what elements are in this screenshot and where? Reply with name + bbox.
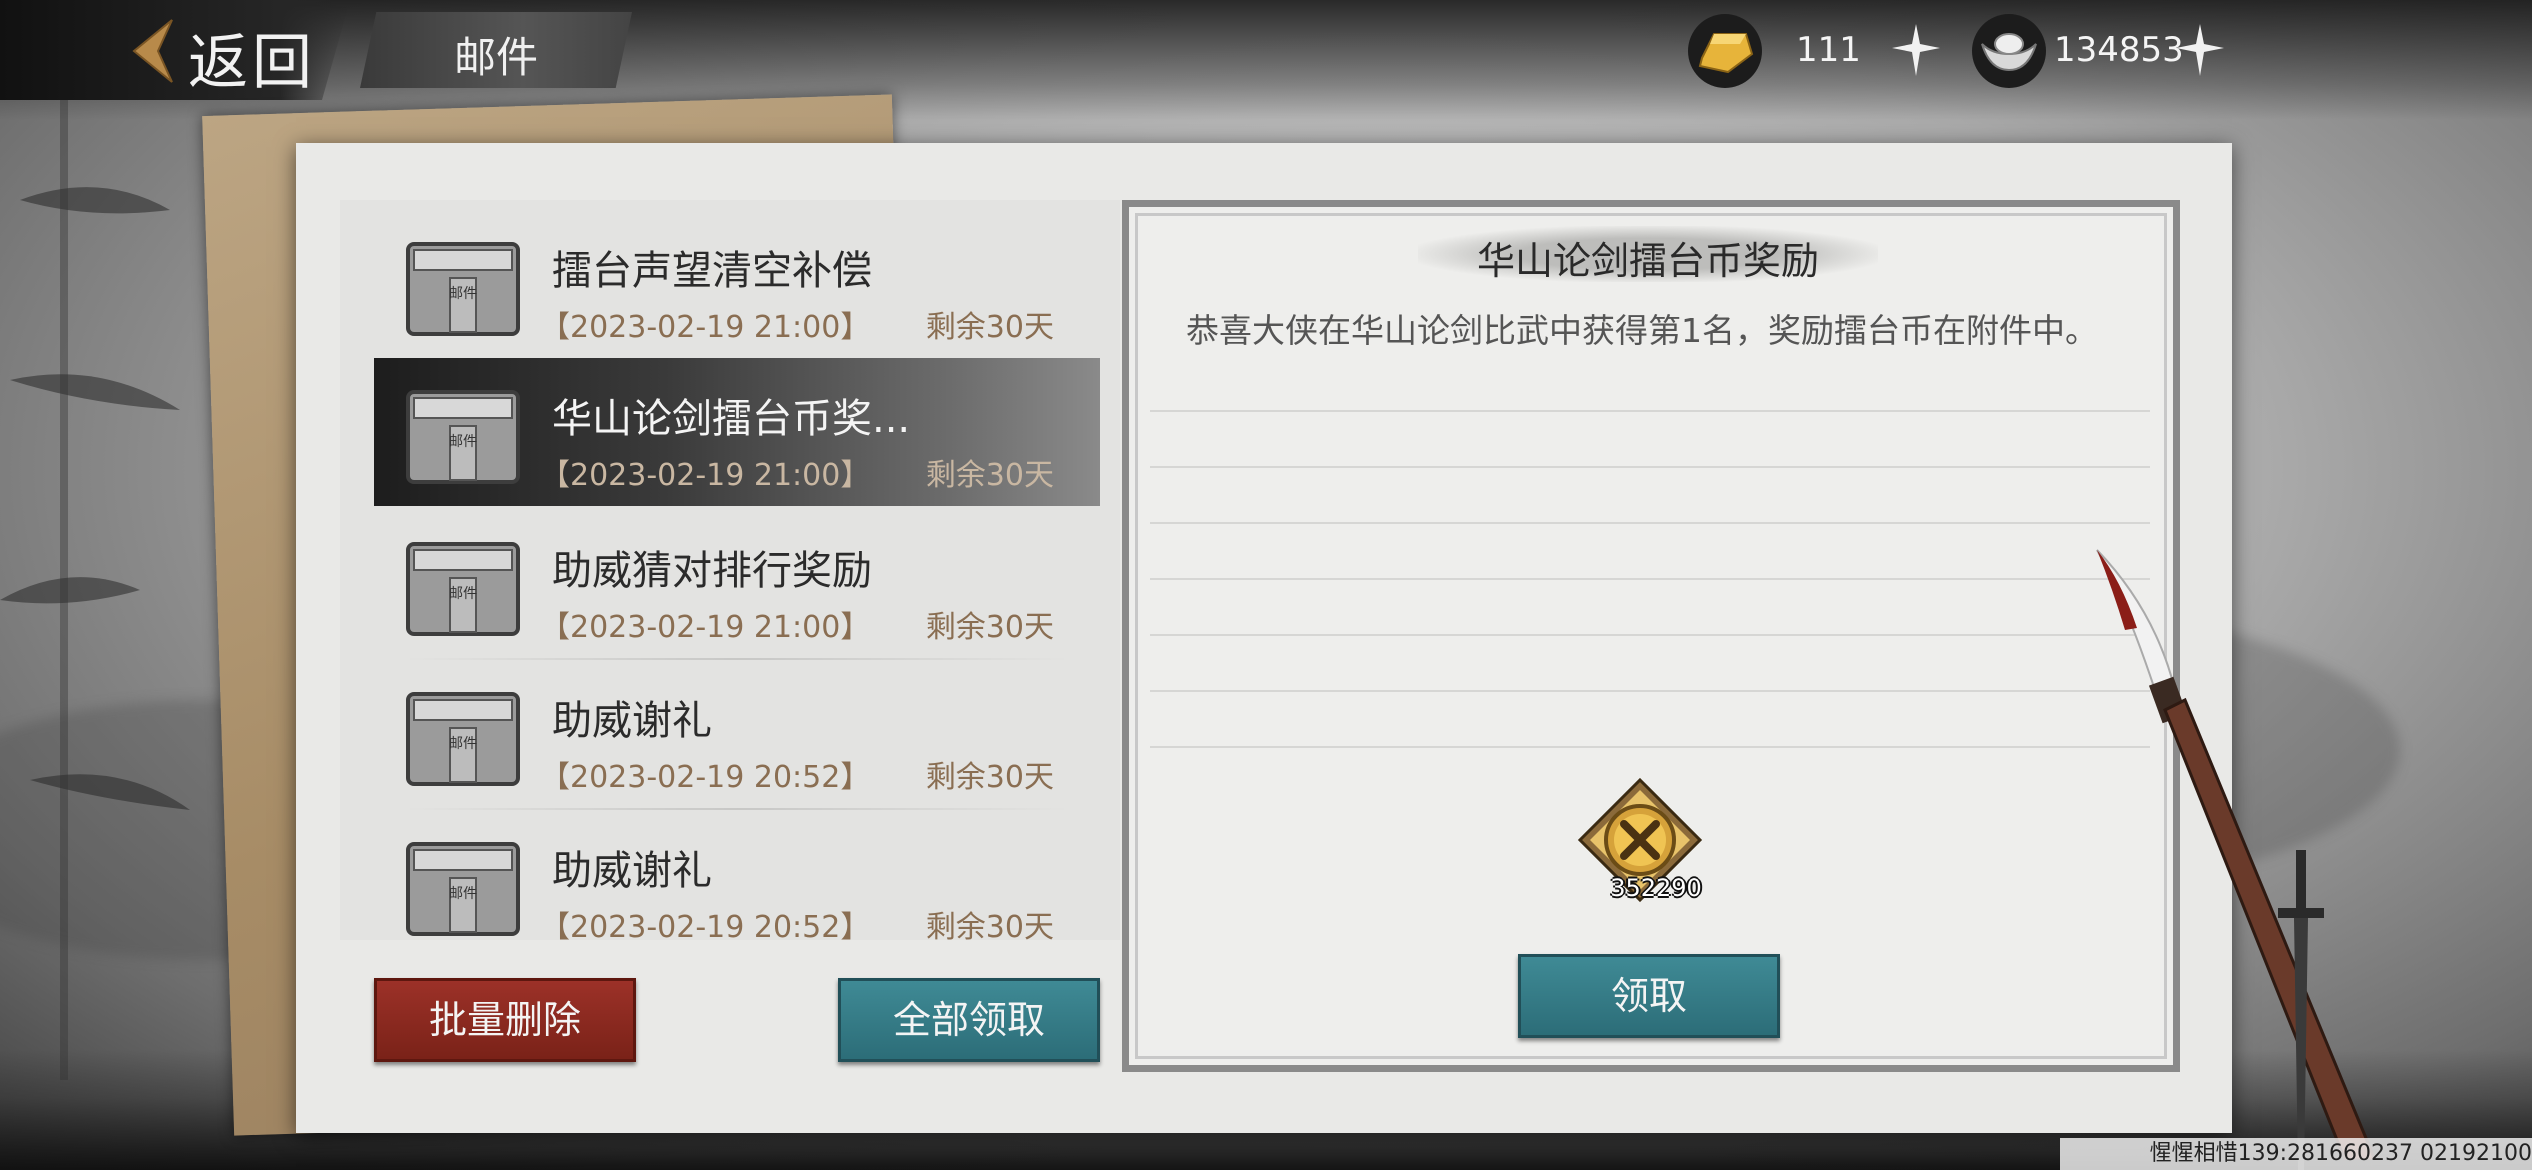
silver-ingot-icon bbox=[1972, 14, 2046, 88]
mail-date: 【2023-02-19 20:52】 bbox=[540, 910, 871, 945]
page-title: 邮件 bbox=[453, 33, 538, 82]
ruled-line bbox=[1150, 746, 2150, 748]
svg-text:邮件: 邮件 bbox=[449, 586, 477, 602]
gold-ingot-icon bbox=[1688, 14, 1762, 88]
batch-delete-button[interactable]: 批量删除 bbox=[374, 978, 636, 1062]
svg-text:邮件: 邮件 bbox=[449, 286, 477, 302]
page-title-tab: 邮件 bbox=[360, 12, 632, 88]
mail-remaining: 剩余30天 bbox=[925, 760, 1054, 795]
back-button[interactable]: 返回 bbox=[0, 0, 350, 100]
ruled-line bbox=[1150, 690, 2150, 692]
mail-list-item[interactable]: 邮件 助威猜对排行奖励 【2023-02-19 21:00】 剩余30天 bbox=[374, 510, 1100, 660]
ruled-line bbox=[1150, 410, 2150, 412]
mail-list-item-selected[interactable]: 邮件 华山论剑擂台币奖... 【2023-02-19 21:00】 剩余30天 bbox=[374, 358, 1100, 506]
sword-decoration bbox=[2278, 850, 2324, 1170]
attachment-count: 352290 bbox=[1610, 874, 1702, 902]
svg-text:邮件: 邮件 bbox=[449, 434, 477, 450]
mail-title: 华山论剑擂台币奖... bbox=[552, 396, 911, 442]
ruled-line bbox=[1150, 634, 2150, 636]
silver-value: 134853 bbox=[2054, 30, 2184, 70]
mail-title: 擂台声望清空补偿 bbox=[552, 248, 872, 294]
back-label: 返回 bbox=[188, 28, 316, 98]
claim-all-button[interactable]: 全部领取 bbox=[838, 978, 1100, 1062]
back-arrow-icon bbox=[132, 19, 173, 83]
mail-envelope-icon: 邮件 bbox=[406, 692, 520, 786]
mail-envelope-icon: 邮件 bbox=[406, 542, 520, 636]
mail-date: 【2023-02-19 20:52】 bbox=[540, 760, 871, 795]
player-watermark: 惺惺相惜139:281660237 02192100 bbox=[2060, 1138, 2532, 1170]
mail-remaining: 剩余30天 bbox=[925, 910, 1054, 945]
mail-remaining: 剩余30天 bbox=[925, 610, 1054, 645]
ruled-line bbox=[1150, 522, 2150, 524]
mail-title: 助威猜对排行奖励 bbox=[552, 548, 872, 594]
mail-title: 助威谢礼 bbox=[552, 848, 712, 894]
mail-remaining: 剩余30天 bbox=[925, 310, 1054, 345]
detail-body: 恭喜大侠在华山论剑比武中获得第1名，奖励擂台币在附件中。 bbox=[1186, 311, 2098, 350]
svg-text:邮件: 邮件 bbox=[449, 886, 477, 902]
ruled-line bbox=[1150, 466, 2150, 468]
mail-remaining: 剩余30天 bbox=[925, 458, 1054, 493]
mail-list-item[interactable]: 邮件 助威谢礼 【2023-02-19 20:52】 剩余30天 bbox=[374, 810, 1100, 958]
mail-envelope-icon: 邮件 bbox=[406, 390, 520, 484]
mail-envelope-icon: 邮件 bbox=[406, 842, 520, 936]
mail-title: 助威谢礼 bbox=[552, 698, 712, 744]
mail-envelope-icon: 邮件 bbox=[406, 242, 520, 336]
mail-list-item[interactable]: 邮件 擂台声望清空补偿 【2023-02-19 21:00】 剩余30天 bbox=[374, 210, 1100, 360]
mail-date: 【2023-02-19 21:00】 bbox=[540, 458, 871, 493]
ruled-line bbox=[1150, 578, 2150, 580]
claim-button[interactable]: 领取 bbox=[1518, 954, 1780, 1038]
gold-value: 111 bbox=[1796, 30, 1861, 70]
mail-date: 【2023-02-19 21:00】 bbox=[540, 610, 871, 645]
svg-text:邮件: 邮件 bbox=[449, 736, 477, 752]
detail-title: 华山论剑擂台币奖励 bbox=[1476, 239, 1819, 283]
mail-list-item[interactable]: 邮件 助威谢礼 【2023-02-19 20:52】 剩余30天 bbox=[374, 660, 1100, 810]
mail-date: 【2023-02-19 21:00】 bbox=[540, 310, 871, 345]
add-silver-button[interactable] bbox=[2174, 22, 2226, 78]
add-gold-button[interactable] bbox=[1890, 22, 1942, 78]
